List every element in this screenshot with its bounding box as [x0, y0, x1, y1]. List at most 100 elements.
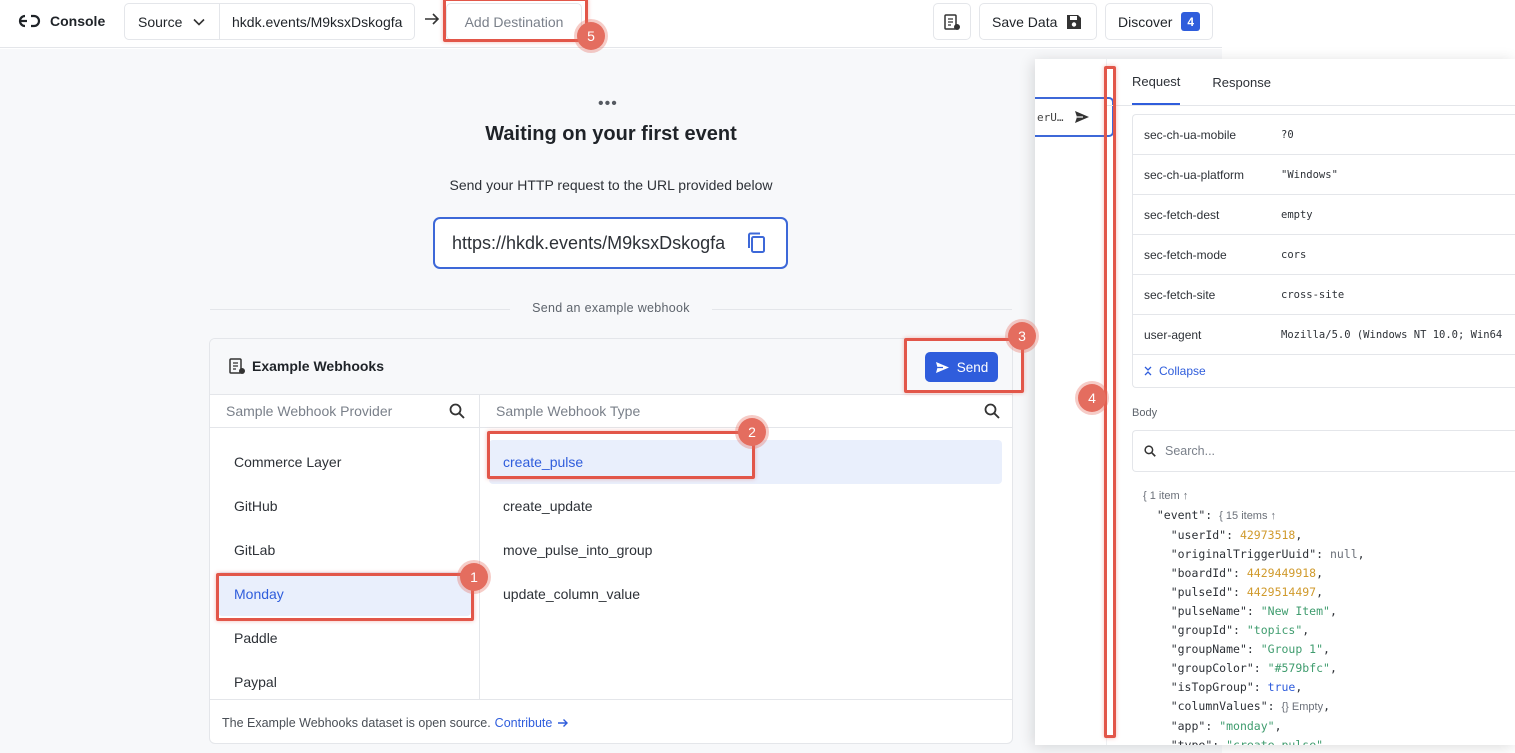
webhook-list-icon	[229, 358, 245, 374]
provider-list: Commerce Layer GitHub GitLab Monday Padd…	[210, 428, 479, 704]
search-icon	[1144, 445, 1156, 457]
json-field-value: 4429514497	[1246, 585, 1317, 599]
header-key: sec-fetch-site	[1144, 287, 1216, 302]
type-item[interactable]: update_column_value	[480, 572, 1012, 616]
panel-tabs: Request Response	[1132, 59, 1271, 105]
json-field-row: "boardId": 4429449918,	[1143, 566, 1324, 580]
source-selector: Source hkdk.events/M9ksxDskogfa	[124, 3, 416, 40]
json-field-key: type	[1177, 738, 1206, 745]
json-field-row: "type": "create_pulse",	[1143, 738, 1330, 745]
provider-item-selected[interactable]: Monday	[218, 572, 471, 616]
headers-table: sec-ch-ua-mobile ?0 sec-ch-ua-platform "…	[1132, 114, 1515, 388]
collapse-icon	[1144, 366, 1152, 376]
header-key: sec-ch-ua-mobile	[1144, 127, 1237, 142]
json-field-value: 4429449918	[1246, 566, 1317, 580]
provider-item[interactable]: GitLab	[210, 528, 479, 572]
source-label: Source	[138, 13, 183, 30]
provider-search-input[interactable]: Sample Webhook Provider	[210, 395, 479, 428]
source-url[interactable]: hkdk.events/M9ksxDskogfa	[220, 4, 414, 39]
search-icon	[984, 403, 1000, 419]
hookdeck-logo-icon	[18, 14, 41, 28]
json-field-value: "create_pulse"	[1226, 738, 1324, 745]
header-row: sec-fetch-mode cors	[1133, 235, 1515, 275]
header-row: sec-ch-ua-platform "Windows"	[1133, 155, 1515, 195]
json-field-row: "columnValues": {} Empty,	[1143, 699, 1331, 713]
logo[interactable]: Console	[16, 13, 105, 29]
json-body-viewer: { 1 item ↑ "event": { 15 items ↑ "userId…	[1143, 486, 1365, 745]
json-fields: "userId": 42973518, "originalTriggerUuid…	[1143, 528, 1365, 745]
provider-search-placeholder: Sample Webhook Provider	[226, 403, 393, 419]
provider-item[interactable]: Paddle	[210, 616, 479, 660]
header-key: user-agent	[1144, 327, 1202, 342]
provider-item[interactable]: Paypal	[210, 660, 479, 704]
json-field-key: groupId	[1177, 623, 1227, 637]
json-field-row: "pulseId": 4429514497,	[1143, 585, 1324, 599]
json-event-meta[interactable]: { 15 items ↑	[1219, 510, 1276, 522]
copy-icon[interactable]	[746, 232, 766, 254]
source-dropdown[interactable]: Source	[125, 4, 220, 39]
send-button[interactable]: Send	[925, 352, 998, 382]
arrow-right-icon	[558, 718, 569, 727]
chevron-down-icon	[193, 18, 205, 26]
source-url-text: https://hkdk.events/M9ksxDskogfa	[452, 232, 726, 253]
provider-item[interactable]: Commerce Layer	[210, 440, 479, 484]
collapse-label: Collapse	[1159, 364, 1206, 378]
source-url-box[interactable]: https://hkdk.events/M9ksxDskogfa	[433, 217, 788, 269]
json-field-key: isTopGroup	[1177, 680, 1247, 694]
provider-item[interactable]: GitHub	[210, 484, 479, 528]
header-key: sec-ch-ua-platform	[1144, 167, 1245, 182]
json-root-meta[interactable]: { 1 item ↑	[1143, 490, 1188, 502]
json-field-value: "New Item"	[1260, 604, 1330, 618]
save-data-button[interactable]: Save Data	[979, 3, 1097, 40]
json-field-value: "topics"	[1246, 623, 1303, 637]
header-value: empty	[1281, 208, 1313, 221]
json-field-key: boardId	[1177, 566, 1227, 580]
type-item[interactable]: move_pulse_into_group	[480, 528, 1012, 572]
tab-response[interactable]: Response	[1212, 59, 1271, 105]
annotation-marker: 1	[460, 563, 488, 591]
header-row: sec-fetch-dest empty	[1133, 195, 1515, 235]
json-field-row: "userId": 42973518,	[1143, 528, 1303, 542]
json-field-value: "monday"	[1219, 719, 1275, 733]
header-value: Mozilla/5.0 (Windows NT 10.0; Win64	[1281, 328, 1503, 341]
strip-text: erU…	[1037, 110, 1064, 124]
search-icon	[449, 403, 465, 419]
contribute-link[interactable]: Contribute	[495, 716, 570, 730]
strip-input[interactable]: erU…	[1035, 97, 1114, 137]
type-item[interactable]: create_update	[480, 484, 1012, 528]
json-field-row: "groupColor": "#579bfc",	[1143, 661, 1337, 675]
example-webhooks-card: Example Webhooks Send Sample Webhook Pro…	[209, 338, 1013, 744]
header-row: sec-ch-ua-mobile ?0	[1133, 115, 1515, 155]
annotation-marker: 3	[1008, 322, 1036, 350]
json-field-key: originalTriggerUuid	[1177, 547, 1310, 561]
request-panel: erU… Request Response sec-ch-ua-mobile ?…	[1035, 59, 1515, 745]
header-value: "Windows"	[1281, 168, 1338, 181]
json-field-row: "groupId": "topics",	[1143, 623, 1310, 637]
annotation-marker: 2	[738, 418, 766, 446]
card-footer: The Example Webhooks dataset is open sou…	[210, 699, 1012, 743]
json-field-key: userId	[1177, 528, 1220, 542]
json-field-row: "groupName": "Group 1",	[1143, 642, 1330, 656]
json-field-row: "isTopGroup": true,	[1143, 680, 1303, 694]
json-field-key: app	[1177, 719, 1199, 733]
send-icon[interactable]	[1074, 110, 1090, 124]
tabs-divider	[1107, 105, 1515, 106]
json-field-key: pulseId	[1177, 585, 1227, 599]
save-icon	[1067, 14, 1082, 29]
annotation-marker: 4	[1078, 384, 1106, 412]
add-destination-button[interactable]: Add Destination	[446, 3, 582, 40]
json-field-value: "Group 1"	[1260, 642, 1324, 656]
discover-button[interactable]: Discover 4	[1105, 3, 1213, 40]
body-search-input[interactable]: Search...	[1132, 430, 1515, 472]
card-header: Example Webhooks Send	[210, 339, 1012, 395]
discover-count-badge: 4	[1181, 12, 1200, 31]
notes-button[interactable]	[933, 3, 971, 40]
divider-label: Send an example webhook	[510, 301, 712, 315]
header-key: sec-fetch-dest	[1144, 207, 1220, 222]
type-item-selected[interactable]: create_pulse	[489, 440, 1002, 484]
collapse-button[interactable]: Collapse	[1133, 355, 1515, 387]
tab-request[interactable]: Request	[1132, 59, 1181, 105]
json-field-value: null	[1329, 547, 1358, 561]
header-row: user-agent Mozilla/5.0 (Windows NT 10.0;…	[1133, 315, 1515, 355]
send-icon	[935, 361, 949, 373]
